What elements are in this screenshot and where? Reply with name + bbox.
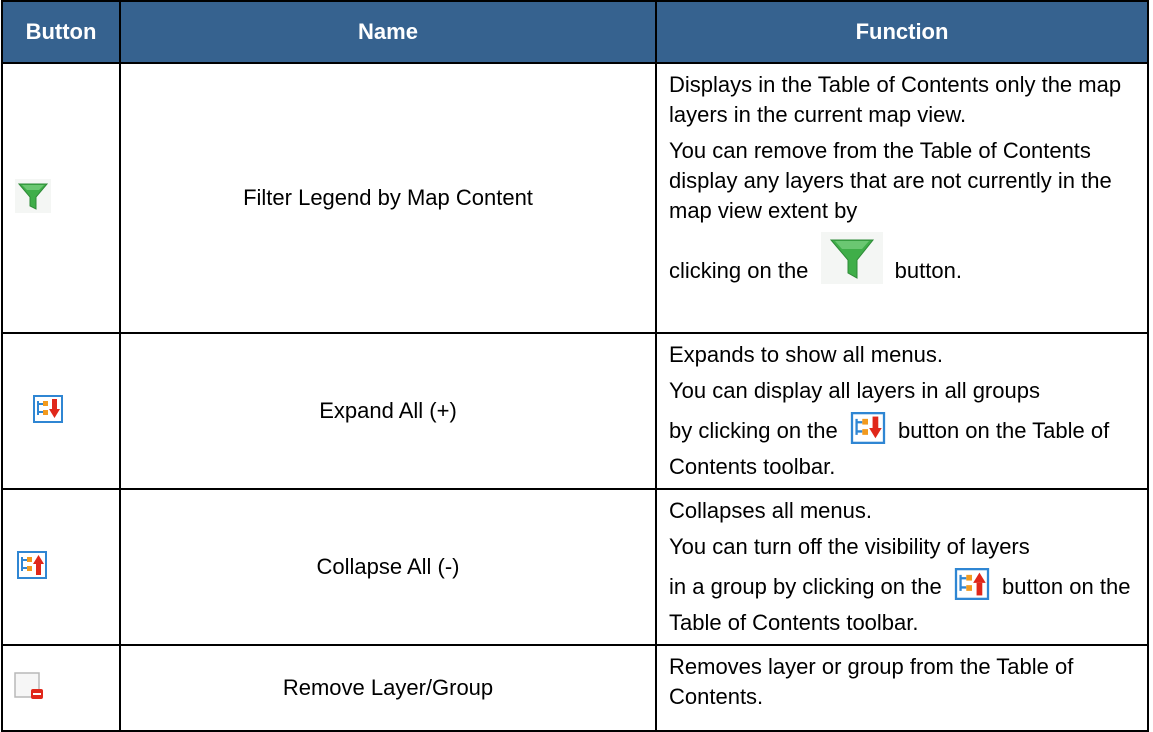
button-cell (1, 488, 121, 646)
function-cell: Collapses all menus. You can turn off th… (655, 488, 1149, 646)
name-cell: Filter Legend by Map Content (119, 62, 657, 334)
button-reference-table: Button Name Function Filter Legend by Ma… (1, 0, 1149, 732)
function-text: Expands to show all menus. (669, 342, 943, 367)
function-text: You can display all layers in all groups (669, 378, 1040, 403)
function-cell: Displays in the Table of Contents only t… (655, 62, 1149, 334)
collapse-all-icon[interactable] (17, 550, 47, 579)
function-cell: Expands to show all menus. You can displ… (655, 332, 1149, 490)
function-text: Removes layer or group from the Table of… (669, 654, 1074, 709)
expand-all-icon (850, 412, 886, 452)
table-row-collapse-all: Collapse All (-) Collapses all menus. Yo… (1, 488, 1149, 646)
function-text: You can remove from the Table of Content… (669, 138, 1112, 223)
table-header: Button Name Function (1, 0, 1149, 64)
header-function: Function (655, 0, 1149, 64)
name-cell: Expand All (+) (119, 332, 657, 490)
button-cell (1, 62, 121, 334)
name-cell: Remove Layer/Group (119, 644, 657, 732)
button-cell (1, 332, 121, 490)
name-cell: Collapse All (-) (119, 488, 657, 646)
function-text: Collapses all menus. (669, 498, 872, 523)
header-button: Button (1, 0, 121, 64)
function-text-before-icon: by clicking on the (669, 418, 838, 443)
table-header-row: Button Name Function (1, 0, 1149, 64)
function-cell: Removes layer or group from the Table of… (655, 644, 1149, 732)
function-text-before-icon: clicking on the (669, 258, 809, 283)
filter-funnel-icon[interactable] (15, 178, 51, 213)
header-name: Name (119, 0, 657, 64)
table-row-remove-layer: Remove Layer/Group Removes layer or grou… (1, 644, 1149, 732)
function-text: by clicking on the button on the Table o… (669, 412, 1137, 482)
button-cell (1, 644, 121, 732)
function-text-after-icon: button. (894, 258, 962, 283)
table-row-filter-legend: Filter Legend by Map Content Displays in… (1, 62, 1149, 334)
function-text: clicking on the button. (669, 232, 1137, 292)
filter-funnel-icon (820, 232, 883, 292)
function-text: You can turn off the visibility of layer… (669, 534, 1030, 559)
collapse-all-icon (954, 568, 990, 608)
function-text-before-icon: in a group by clicking on the (669, 574, 942, 599)
function-text: in a group by clicking on the button on … (669, 568, 1137, 638)
table-row-expand-all: Expand All (+) Expands to show all menus… (1, 332, 1149, 490)
function-text: Displays in the Table of Contents only t… (669, 72, 1122, 127)
remove-layer-icon[interactable] (13, 671, 45, 701)
expand-all-icon[interactable] (33, 394, 63, 423)
